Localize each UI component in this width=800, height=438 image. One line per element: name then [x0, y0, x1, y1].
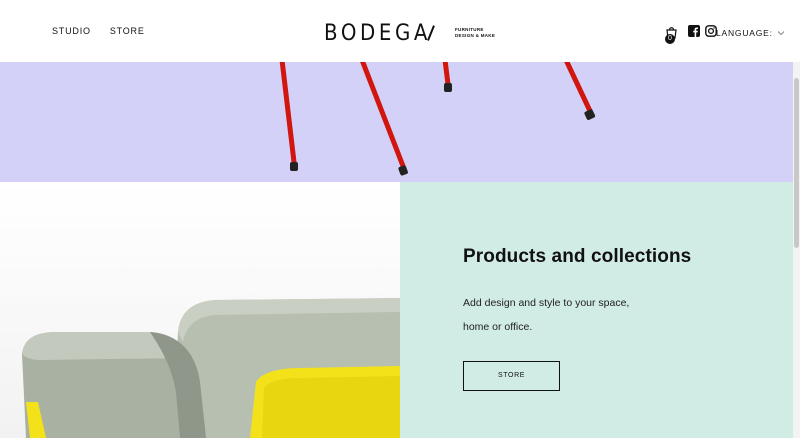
logo-tagline: FURNITURE DESIGN & MAKE [455, 27, 495, 38]
hero-band [0, 62, 793, 182]
sofa-image [0, 182, 400, 438]
page-scrollbar[interactable] [793, 62, 800, 438]
brand-logo[interactable]: BODEGA FURNITURE DESIGN & MAKE [324, 21, 495, 46]
products-description: Add design and style to your space, home… [463, 297, 630, 333]
main-nav: STUDIO STORE [52, 26, 145, 36]
store-button[interactable]: STORE [463, 361, 560, 391]
sofa-illustration [0, 182, 400, 438]
site-header: STUDIO STORE BODEGA FURNITURE DESIGN & M… [0, 0, 800, 62]
cart-button[interactable]: 0 [663, 24, 679, 44]
logo-wordmark: BODEGA [324, 21, 432, 46]
chevron-down-icon [777, 31, 785, 36]
language-selector[interactable]: LANGUAGE: [716, 28, 785, 38]
cart-count-badge: 0 [665, 34, 675, 44]
logo-tagline-line2: DESIGN & MAKE [455, 32, 496, 38]
nav-studio[interactable]: STUDIO [52, 26, 91, 36]
nav-store[interactable]: STORE [110, 26, 145, 36]
products-title: Products and collections [463, 246, 692, 267]
scrollbar-thumb[interactable] [794, 78, 799, 248]
language-label: LANGUAGE: [716, 28, 773, 38]
chair-legs-image [279, 62, 596, 176]
facebook-icon[interactable] [688, 25, 700, 37]
products-panel: Products and collections Add design and … [400, 182, 793, 438]
